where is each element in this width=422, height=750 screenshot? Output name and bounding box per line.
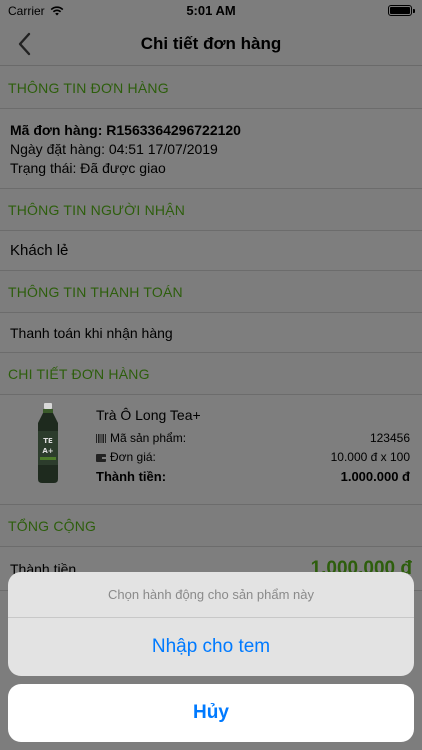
order-date: Ngày đặt hàng: 04:51 17/07/2019 [10,141,218,157]
svg-text:TE: TE [43,437,53,445]
product-code-row: Mã sản phẩm: 123456 [96,431,410,445]
action-sheet-title: Chọn hành động cho sản phẩm này [8,572,414,618]
order-info-section: Mã đơn hàng: R1563364296722120 Ngày đặt … [0,109,422,189]
clock: 5:01 AM [186,3,236,18]
receiver-section: Khách lẻ [0,231,422,271]
svg-text:A+: A+ [42,447,53,455]
receiver-name: Khách lẻ [10,242,69,259]
receiver-info-header: THÔNG TIN NGƯỜI NHẬN [0,189,422,231]
total-header: TỔNG CỘNG [0,505,422,547]
payment-section: Thanh toán khi nhận hàng [0,313,422,353]
product-image: TE A+ [38,403,58,483]
unit-price-row: Đơn giá: 10.000 đ x 100 [96,450,410,464]
order-detail-content: THÔNG TIN ĐƠN HÀNG Mã đơn hàng: R1563364… [0,67,422,591]
action-sheet: Chọn hành động cho sản phẩm này Nhập cho… [8,572,414,676]
status-bar: Carrier 5:01 AM [0,0,422,22]
product-item[interactable]: TE A+ Trà Ô Long Tea+ Mã sản phẩm: 12345… [0,395,422,505]
wallet-icon [96,453,106,462]
page-title: Chi tiết đơn hàng [140,34,282,53]
payment-method: Thanh toán khi nhận hàng [10,324,173,341]
unit-price-value: 10.000 đ x 100 [330,450,410,464]
product-name: Trà Ô Long Tea+ [96,407,201,423]
product-code-value: 123456 [369,431,410,445]
subtotal-row: Thành tiền: 1.000.000 đ [96,469,410,484]
subtotal-value: 1.000.000 đ [340,469,410,484]
enter-stamp-button[interactable]: Nhập cho tem [8,618,414,676]
order-code: Mã đơn hàng: R1563364296722120 [10,122,241,138]
cancel-button[interactable]: Hủy [8,684,414,742]
barcode-icon [96,433,106,443]
navigation-bar: Chi tiết đơn hàng [0,22,422,66]
order-items-header: CHI TIẾT ĐƠN HÀNG [0,353,422,395]
product-code-label: Mã sản phẩm: [110,431,187,445]
payment-info-header: THÔNG TIN THANH TOÁN [0,271,422,313]
subtotal-label: Thành tiền: [96,469,167,484]
battery-icon [388,5,415,16]
order-status: Trạng thái: Đã được giao [10,160,166,176]
unit-price-label: Đơn giá: [110,450,156,464]
order-info-header: THÔNG TIN ĐƠN HÀNG [0,67,422,109]
